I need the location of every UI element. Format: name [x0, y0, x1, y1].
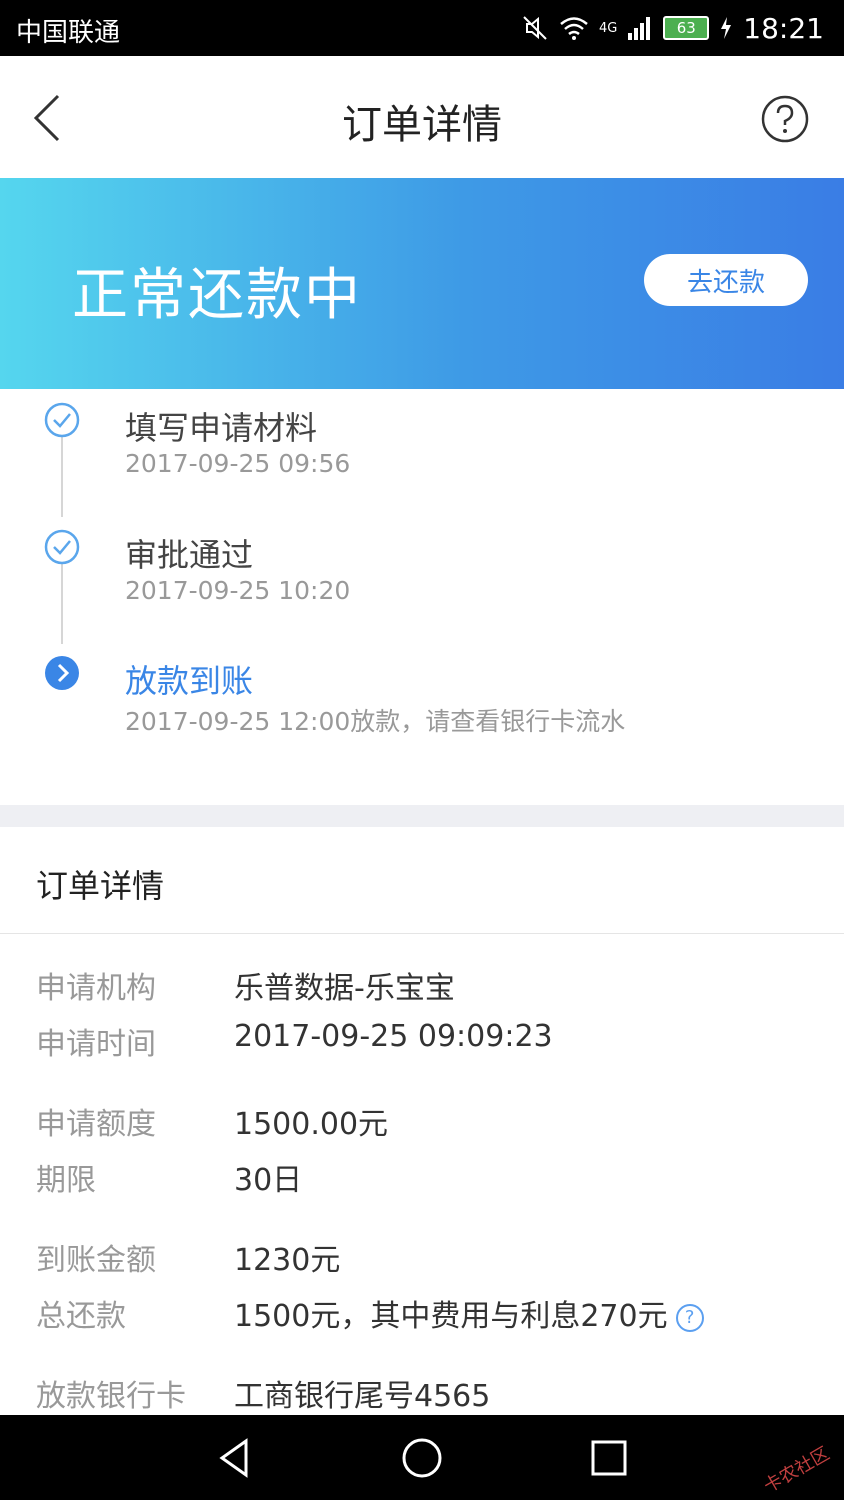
details-header: 订单详情: [0, 827, 844, 934]
battery-icon: 63: [663, 16, 710, 40]
detail-value: 工商银行尾号4565: [234, 1379, 491, 1414]
detail-value: 1230元: [234, 1243, 341, 1278]
detail-row: 总还款 1500元，其中费用与利息270元?: [0, 1291, 844, 1334]
question-circle-icon[interactable]: ?: [675, 1304, 704, 1332]
nav-bar: 订单详情: [0, 56, 844, 178]
detail-value-with-info: 1500元，其中费用与利息270元?: [234, 1291, 704, 1335]
detail-label: 期限: [36, 1163, 96, 1198]
loan-status-text: 正常还款中: [72, 263, 362, 328]
check-circle-icon: [44, 529, 80, 565]
detail-value: 1500.00元: [234, 1107, 389, 1142]
detail-row: 申请机构 乐普数据-乐宝宝: [0, 963, 844, 1006]
detail-value: 30日: [234, 1163, 303, 1198]
charging-icon: [721, 17, 732, 39]
timeline-step-title: 填写申请材料: [125, 409, 318, 447]
detail-label: 总还款: [36, 1299, 126, 1334]
home-circle-icon[interactable]: [399, 1435, 445, 1481]
detail-label: 申请额度: [36, 1107, 156, 1142]
detail-label: 放款银行卡: [36, 1379, 186, 1414]
detail-label: 申请时间: [36, 1027, 156, 1062]
detail-label: 到账金额: [36, 1243, 156, 1278]
timeline-step-time: 2017-09-25 10:20: [125, 576, 351, 605]
network-type: 4G: [598, 20, 618, 36]
check-circle-icon: [44, 402, 80, 438]
detail-value: 乐普数据-乐宝宝: [234, 971, 455, 1006]
watermark-logo: 卡农社区: [760, 1443, 834, 1498]
detail-row: 放款银行卡 工商银行尾号4565: [0, 1371, 844, 1414]
arrow-circle-icon: [45, 656, 79, 690]
timeline-step-time: 2017-09-25 12:00放款，请查看银行卡流水: [125, 707, 626, 736]
details-title: 订单详情: [36, 867, 165, 905]
timeline-step-time: 2017-09-25 09:56: [125, 449, 351, 478]
detail-value: 2017-09-25 09:09:23: [234, 1019, 553, 1054]
timeline-connector: [61, 437, 63, 517]
detail-row: 申请时间 2017-09-25 09:09:23: [0, 1019, 844, 1062]
wifi-icon: [560, 17, 588, 40]
progress-timeline: 填写申请材料 2017-09-25 09:56 审批通过 2017-09-25 …: [0, 389, 844, 805]
system-nav-bar: 卡农社区: [0, 1415, 844, 1500]
repay-button[interactable]: 去还款: [644, 254, 808, 306]
mute-icon: [523, 16, 547, 40]
status-bar: 中国联通 4G 63 18:21: [0, 0, 844, 56]
help-button[interactable]: [760, 94, 810, 144]
timeline-connector: [61, 564, 63, 644]
carrier-name: 中国联通: [16, 18, 121, 48]
clock: 18:21: [743, 11, 824, 45]
detail-row: 到账金额 1230元: [0, 1235, 844, 1278]
timeline-step-title: 放款到账: [125, 662, 254, 700]
status-banner: 正常还款中 去还款: [0, 178, 844, 389]
timeline-step-title: 审批通过: [125, 536, 254, 574]
back-triangle-icon[interactable]: [212, 1435, 258, 1481]
recents-square-icon[interactable]: [586, 1435, 632, 1481]
page-title: 订单详情: [342, 102, 502, 148]
status-icons: 4G 63 18:21: [521, 10, 824, 46]
detail-value: 1500元，其中费用与利息270元: [234, 1299, 668, 1334]
signal-icon: [628, 17, 651, 40]
detail-label: 申请机构: [36, 971, 156, 1006]
detail-row: 期限 30日: [0, 1155, 844, 1198]
detail-row: 申请额度 1500.00元: [0, 1099, 844, 1142]
section-divider: [0, 805, 844, 827]
